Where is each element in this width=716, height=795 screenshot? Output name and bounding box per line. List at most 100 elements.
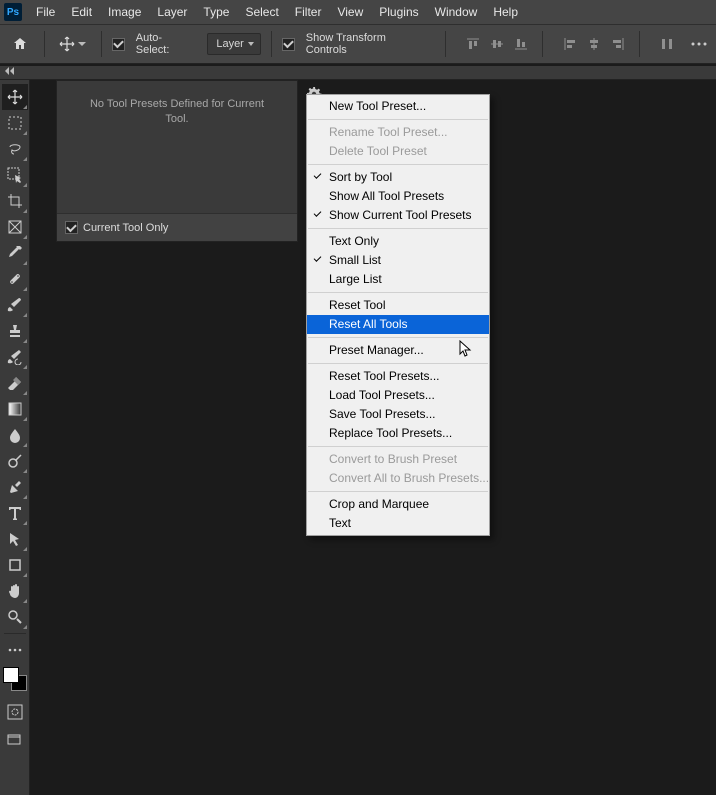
menu-type[interactable]: Type — [195, 0, 237, 24]
type-tool[interactable] — [2, 500, 28, 526]
menu-item-text-only[interactable]: Text Only — [307, 232, 489, 251]
menu-item-convert-all-to-brush-presets: Convert All to Brush Presets... — [307, 469, 489, 488]
move-tool[interactable] — [2, 84, 28, 110]
eyedropper-tool[interactable] — [2, 240, 28, 266]
healing-tool[interactable] — [2, 266, 28, 292]
menu-item-load-tool-presets[interactable]: Load Tool Presets... — [307, 386, 489, 405]
frame-icon — [8, 220, 22, 234]
object-select-tool[interactable] — [2, 162, 28, 188]
home-button[interactable] — [6, 31, 34, 57]
menu-item-show-all-tool-presets[interactable]: Show All Tool Presets — [307, 187, 489, 206]
quick-mask-icon — [7, 704, 23, 720]
crop-tool[interactable] — [2, 188, 28, 214]
menu-item-delete-tool-preset: Delete Tool Preset — [307, 142, 489, 161]
more-options-button[interactable] — [688, 33, 710, 55]
menu-item-crop-and-marquee[interactable]: Crop and Marquee — [307, 495, 489, 514]
blur-icon — [7, 427, 23, 443]
frame-tool[interactable] — [2, 214, 28, 240]
blur-tool[interactable] — [2, 422, 28, 448]
gradient-tool[interactable] — [2, 396, 28, 422]
eraser-tool[interactable] — [2, 370, 28, 396]
stamp-tool[interactable] — [2, 318, 28, 344]
marquee-icon — [8, 116, 22, 130]
color-swatches[interactable] — [3, 667, 27, 691]
menu-item-show-current-tool-presets[interactable]: Show Current Tool Presets — [307, 206, 489, 225]
path-select-tool[interactable] — [2, 526, 28, 552]
marquee-tool[interactable] — [2, 110, 28, 136]
align-right-icon — [611, 37, 625, 51]
align-left-button[interactable] — [559, 33, 581, 55]
menu-layer[interactable]: Layer — [149, 0, 195, 24]
menu-separator — [308, 228, 488, 229]
brush-icon — [7, 297, 23, 313]
home-icon — [12, 36, 28, 52]
align-bottom-button[interactable] — [510, 33, 532, 55]
zoom-tool[interactable] — [2, 604, 28, 630]
menu-item-small-list[interactable]: Small List — [307, 251, 489, 270]
menubar: Ps File Edit Image Layer Type Select Fil… — [0, 0, 716, 24]
show-transform-checkbox[interactable] — [282, 38, 295, 51]
menu-item-large-list[interactable]: Large List — [307, 270, 489, 289]
menu-view[interactable]: View — [329, 0, 371, 24]
auto-select-target-dropdown[interactable]: Layer — [207, 33, 261, 55]
menu-separator — [308, 164, 488, 165]
preset-footer: Current Tool Only — [57, 213, 297, 241]
menu-plugins[interactable]: Plugins — [371, 0, 426, 24]
history-brush-tool[interactable] — [2, 344, 28, 370]
tool-preset-panel: No Tool Presets Defined for Current Tool… — [56, 80, 298, 242]
menu-filter[interactable]: Filter — [287, 0, 330, 24]
menu-edit[interactable]: Edit — [63, 0, 100, 24]
tool-preset-picker[interactable] — [55, 34, 91, 54]
distribute-icon — [660, 37, 674, 51]
divider — [445, 31, 446, 57]
align-vcenter-button[interactable] — [486, 33, 508, 55]
align-right-button[interactable] — [607, 33, 629, 55]
shape-tool[interactable] — [2, 552, 28, 578]
ps-logo[interactable]: Ps — [4, 3, 22, 21]
menu-item-reset-tool[interactable]: Reset Tool — [307, 296, 489, 315]
collapse-panel-icon[interactable] — [4, 66, 14, 76]
distribute-button[interactable] — [656, 33, 678, 55]
healing-icon — [7, 271, 23, 287]
edit-toolbar-button[interactable] — [2, 637, 28, 663]
menu-item-preset-manager[interactable]: Preset Manager... — [307, 341, 489, 360]
move-icon — [59, 36, 75, 52]
align-group — [462, 33, 532, 55]
divider — [639, 31, 640, 57]
quick-mask-button[interactable] — [2, 699, 28, 725]
menu-item-text[interactable]: Text — [307, 514, 489, 533]
type-icon — [7, 505, 23, 521]
menu-separator — [308, 337, 488, 338]
align-top-button[interactable] — [462, 33, 484, 55]
foreground-color[interactable] — [3, 667, 19, 683]
menu-item-reset-tool-presets[interactable]: Reset Tool Presets... — [307, 367, 489, 386]
menu-image[interactable]: Image — [100, 0, 149, 24]
divider — [542, 31, 543, 57]
brush-tool[interactable] — [2, 292, 28, 318]
lasso-tool[interactable] — [2, 136, 28, 162]
menu-item-reset-all-tools[interactable]: Reset All Tools — [307, 315, 489, 334]
menu-item-sort-by-tool[interactable]: Sort by Tool — [307, 168, 489, 187]
menu-help[interactable]: Help — [485, 0, 526, 24]
menu-item-save-tool-presets[interactable]: Save Tool Presets... — [307, 405, 489, 424]
align-hcenter-button[interactable] — [583, 33, 605, 55]
object-select-icon — [7, 167, 23, 183]
eraser-icon — [7, 375, 23, 391]
align-left-icon — [563, 37, 577, 51]
dodge-tool[interactable] — [2, 448, 28, 474]
menu-select[interactable]: Select — [237, 0, 286, 24]
menu-item-new-tool-preset[interactable]: New Tool Preset... — [307, 97, 489, 116]
hand-tool[interactable] — [2, 578, 28, 604]
divider — [44, 31, 45, 57]
menu-file[interactable]: File — [28, 0, 63, 24]
screen-mode-icon — [6, 732, 22, 748]
auto-select-label: Auto-Select: — [136, 32, 196, 56]
pen-tool[interactable] — [2, 474, 28, 500]
auto-select-checkbox[interactable] — [112, 38, 125, 51]
menu-item-replace-tool-presets[interactable]: Replace Tool Presets... — [307, 424, 489, 443]
menu-window[interactable]: Window — [427, 0, 486, 24]
current-tool-only-checkbox[interactable] — [65, 221, 78, 234]
menu-separator — [308, 446, 488, 447]
eyedropper-icon — [7, 245, 23, 261]
screen-mode-button[interactable] — [2, 727, 28, 753]
